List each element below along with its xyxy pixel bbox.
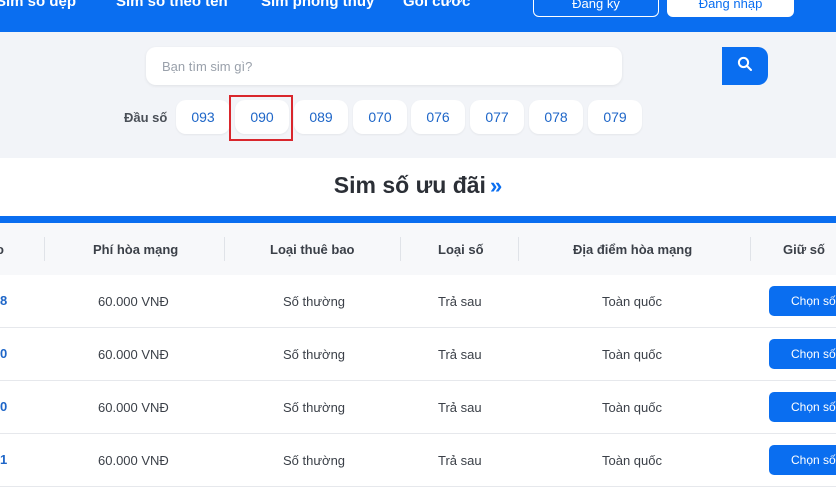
nav-sim-so-dep[interactable]: Sim số đẹp: [0, 0, 76, 10]
col-separator: [750, 237, 751, 261]
fee-cell: 60.000 VNĐ: [98, 347, 169, 362]
table-row: 0 60.000 VNĐ Số thường Trả sau Toàn quốc…: [0, 328, 836, 381]
col-subscriber-type: Loại thuê bao: [270, 242, 355, 257]
sim-number[interactable]: 0: [0, 346, 7, 361]
col-hold: Giữ số: [783, 242, 825, 257]
location-cell: Toàn quốc: [602, 453, 662, 468]
location-cell: Toàn quốc: [602, 347, 662, 362]
chevron-right-icon[interactable]: »: [490, 173, 502, 198]
prefix-chip-079[interactable]: 079: [588, 100, 642, 134]
number-type-cell: Trả sau: [438, 294, 482, 309]
register-button[interactable]: Đăng ký: [533, 0, 659, 17]
section-title-text: Sim số ưu đãi: [333, 172, 486, 198]
prefix-chip-078[interactable]: 078: [529, 100, 583, 134]
col-number-type: Loại số: [438, 242, 484, 257]
choose-number-button[interactable]: Chọn số: [769, 286, 836, 316]
fee-cell: 60.000 VNĐ: [98, 294, 169, 309]
number-type-cell: Trả sau: [438, 453, 482, 468]
prefix-chip-093[interactable]: 093: [176, 100, 230, 134]
fee-cell: 60.000 VNĐ: [98, 400, 169, 415]
top-nav: Sim số đẹp Sim số theo tên Sim phong thủ…: [0, 0, 836, 32]
number-type-cell: Trả sau: [438, 400, 482, 415]
col-fee: Phí hòa mạng: [93, 242, 179, 257]
sim-number[interactable]: 0: [0, 399, 7, 414]
number-type-cell: Trả sau: [438, 347, 482, 362]
col-number-fragment: o: [0, 242, 4, 257]
table-header: o Phí hòa mạng Loại thuê bao Loại số Địa…: [0, 223, 836, 275]
choose-number-button[interactable]: Chọn số: [769, 392, 836, 422]
subscriber-type-cell: Số thường: [283, 347, 346, 362]
section-divider: [0, 216, 836, 223]
prefix-chip-076[interactable]: 076: [411, 100, 465, 134]
nav-sim-theo-ten[interactable]: Sim số theo tên: [116, 0, 228, 10]
table-row: 1 60.000 VNĐ Số thường Trả sau Toàn quốc…: [0, 434, 836, 487]
col-separator: [224, 237, 225, 261]
choose-number-button[interactable]: Chọn số: [769, 339, 836, 369]
col-location: Địa điểm hòa mạng: [573, 242, 693, 257]
subscriber-type-cell: Số thường: [283, 294, 346, 309]
login-button[interactable]: Đăng nhập: [667, 0, 794, 17]
prefix-label: Đầu số: [124, 110, 168, 125]
section-title: Sim số ưu đãi»: [0, 172, 836, 199]
highlight-box: [229, 95, 293, 141]
col-separator: [518, 237, 519, 261]
nav-goi-cuoc[interactable]: Gói cước: [403, 0, 470, 10]
sim-number[interactable]: 8: [0, 293, 7, 308]
table-row: 0 60.000 VNĐ Số thường Trả sau Toàn quốc…: [0, 381, 836, 434]
prefix-chip-077[interactable]: 077: [470, 100, 524, 134]
prefix-chip-070[interactable]: 070: [353, 100, 407, 134]
search-region: Đầu số 093 090 089 070 076 077 078 079: [0, 32, 836, 158]
search-box: [146, 47, 768, 85]
fee-cell: 60.000 VNĐ: [98, 453, 169, 468]
subscriber-type-cell: Số thường: [283, 400, 346, 415]
table-row: 8 60.000 VNĐ Số thường Trả sau Toàn quốc…: [0, 275, 836, 328]
col-separator: [44, 237, 45, 261]
search-icon: [737, 56, 753, 77]
location-cell: Toàn quốc: [602, 294, 662, 309]
location-cell: Toàn quốc: [602, 400, 662, 415]
prefix-chip-089[interactable]: 089: [294, 100, 348, 134]
search-button[interactable]: [722, 47, 768, 85]
sim-number[interactable]: 1: [0, 452, 7, 467]
search-input[interactable]: [146, 47, 576, 85]
col-separator: [400, 237, 401, 261]
nav-sim-phong-thuy[interactable]: Sim phong thủy: [261, 0, 374, 10]
subscriber-type-cell: Số thường: [283, 453, 346, 468]
choose-number-button[interactable]: Chọn số: [769, 445, 836, 475]
